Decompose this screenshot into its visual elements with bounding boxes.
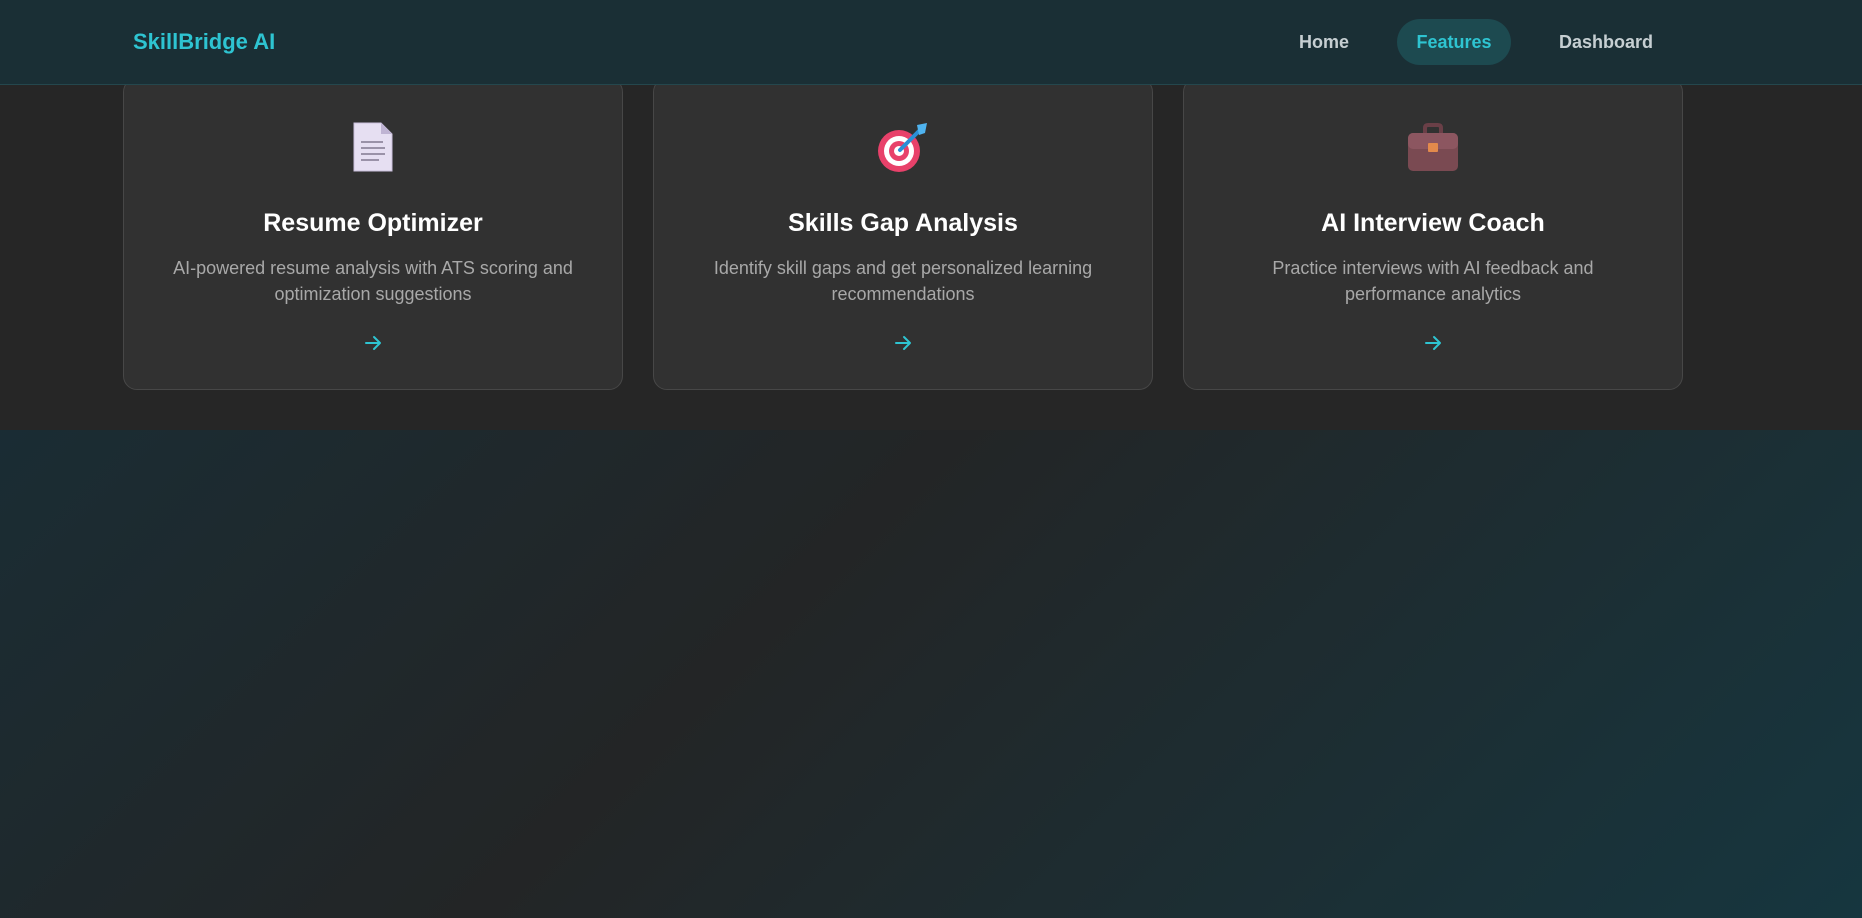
brand-logo[interactable]: SkillBridge AI xyxy=(133,29,275,55)
card-description: AI-powered resume analysis with ATS scor… xyxy=(173,258,573,304)
feature-card-skills-gap-analysis[interactable]: Skills Gap Analysis Identify skill gaps … xyxy=(653,78,1153,390)
card-title: Resume Optimizer xyxy=(263,209,483,237)
card-description: Identify skill gaps and get personalized… xyxy=(713,258,1093,304)
nav-features[interactable]: Features xyxy=(1397,19,1511,65)
arrow-right-icon[interactable] xyxy=(363,333,383,353)
feature-card-ai-interview-coach[interactable]: AI Interview Coach Practice interviews w… xyxy=(1183,78,1683,390)
target-icon xyxy=(654,121,1152,173)
nav-home[interactable]: Home xyxy=(1280,19,1368,65)
briefcase-icon xyxy=(1184,121,1682,173)
arrow-right-icon[interactable] xyxy=(893,333,913,353)
card-description: Practice interviews with AI feedback and… xyxy=(1272,258,1594,304)
feature-card-resume-optimizer[interactable]: Resume Optimizer AI-powered resume analy… xyxy=(123,78,623,390)
top-navbar: SkillBridge AI Home Features Dashboard xyxy=(0,0,1862,85)
nav-dashboard[interactable]: Dashboard xyxy=(1543,19,1669,65)
document-icon xyxy=(124,121,622,173)
arrow-right-icon[interactable] xyxy=(1423,333,1443,353)
card-title: Skills Gap Analysis xyxy=(788,209,1018,237)
card-title: AI Interview Coach xyxy=(1321,209,1545,237)
